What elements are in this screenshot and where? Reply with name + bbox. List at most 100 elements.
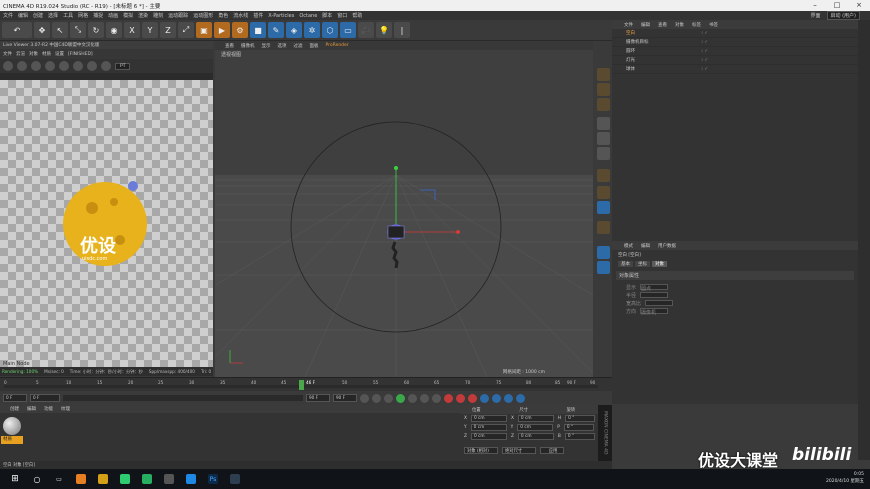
camera-icon[interactable]: 🎥 — [358, 22, 374, 38]
preview-range-slider[interactable] — [63, 395, 303, 401]
close-button[interactable]: × — [848, 0, 870, 11]
layout-select[interactable]: 启动 (用户) — [826, 11, 860, 20]
am-menu-edit[interactable]: 编辑 — [641, 243, 650, 249]
vp-menu-prorender[interactable]: ProRender — [326, 43, 349, 48]
aspect-input[interactable] — [645, 300, 674, 306]
param-key-icon[interactable] — [516, 393, 525, 403]
scale-icon[interactable]: ⤡ — [70, 22, 86, 38]
menu-tools[interactable]: 工具 — [63, 12, 73, 19]
mat-menu-texture[interactable]: 纹理 — [61, 406, 70, 412]
rot-h-field[interactable]: 0 ° — [565, 415, 596, 422]
lock-icon[interactable] — [73, 61, 83, 71]
polygons-icon[interactable] — [597, 147, 610, 160]
menu-edit[interactable]: 编辑 — [18, 12, 28, 19]
visibility-dots-icon[interactable]: ⁝ ✓ — [701, 49, 708, 54]
rotate-icon[interactable]: ↻ — [88, 22, 104, 38]
lv-menu-settings[interactable]: 设置 — [55, 51, 64, 57]
z-axis-icon[interactable]: Z — [160, 22, 176, 38]
rotation-key-icon[interactable] — [492, 393, 501, 403]
menu-file[interactable]: 文件 — [3, 12, 13, 19]
deformer-icon[interactable]: ⬡ — [322, 22, 338, 38]
stop-icon[interactable] — [45, 61, 55, 71]
vp-menu-cameras[interactable]: 摄像机 — [241, 43, 255, 49]
orientation-select[interactable]: 摄像机 — [640, 308, 669, 316]
timeline-ruler[interactable]: 0 5 10 15 20 25 30 35 40 45 50 55 60 65 … — [0, 377, 612, 391]
menu-mograph[interactable]: 运动图形 — [193, 12, 213, 19]
y-axis-icon[interactable]: Y — [142, 22, 158, 38]
undo-icon[interactable]: ↶ — [2, 22, 32, 38]
workplane-icon[interactable] — [597, 98, 610, 111]
coordinate-system-icon[interactable]: ⤢ — [178, 22, 194, 38]
vp-menu-filter[interactable]: 过滤 — [294, 43, 303, 49]
om-menu-view[interactable]: 查看 — [658, 22, 667, 28]
menu-motion-tracking[interactable]: 运动跟踪 — [168, 12, 188, 19]
size-mode-select[interactable]: 绝对尺寸 — [502, 447, 536, 454]
menu-mesh[interactable]: 网格 — [78, 12, 88, 19]
visibility-dots-icon[interactable]: ⁝ ✓ — [701, 58, 708, 63]
pos-x-field[interactable]: 0 cm — [470, 415, 507, 422]
om-menu-file[interactable]: 文件 — [624, 22, 633, 28]
vp-menu-panel[interactable]: 面板 — [310, 43, 319, 49]
preview-end-field[interactable]: 90 F — [306, 394, 330, 402]
lv-menu-cloud[interactable]: 云渲 — [16, 51, 25, 57]
apply-button[interactable]: 应用 — [540, 447, 564, 454]
floor-icon[interactable]: ▭ — [340, 22, 356, 38]
radius-input[interactable] — [640, 292, 669, 298]
object-row[interactable]: 球体 ⁝ ✓ — [612, 65, 858, 74]
model-mode-icon[interactable] — [597, 68, 610, 81]
visibility-dots-icon[interactable]: ⁝ ✓ — [701, 67, 708, 72]
object-row[interactable]: 灯光 ⁝ ✓ — [612, 56, 858, 65]
om-menu-edit[interactable]: 编辑 — [641, 22, 650, 28]
array-icon[interactable]: ✲ — [304, 22, 320, 38]
menu-snap[interactable]: 捕捉 — [93, 12, 103, 19]
autokey-icon[interactable] — [456, 393, 465, 403]
unity-icon[interactable] — [164, 474, 174, 484]
menu-character[interactable]: 角色 — [218, 12, 228, 19]
gear-icon[interactable] — [59, 61, 69, 71]
pos-z-field[interactable]: 0 cm — [470, 433, 507, 440]
next-frame-icon[interactable] — [408, 393, 417, 403]
windows-start-icon[interactable]: ⊞ — [10, 474, 20, 484]
menu-create[interactable]: 创建 — [33, 12, 43, 19]
viewport-canvas[interactable]: 透视视图 网格间距 : 1000 cm — [215, 50, 593, 377]
material-ball[interactable] — [3, 417, 21, 435]
wechat-icon[interactable] — [120, 474, 130, 484]
start-frame-field[interactable]: 0 F — [3, 394, 27, 402]
preview-start-field[interactable]: 0 F — [30, 394, 60, 402]
menu-script[interactable]: 脚本 — [322, 12, 332, 19]
keyframe-selection-icon[interactable] — [468, 393, 477, 403]
search-icon[interactable]: ○ — [32, 474, 42, 484]
render-picture-viewer-icon[interactable]: ▶ — [214, 22, 230, 38]
edges-icon[interactable] — [597, 132, 610, 145]
material-name[interactable]: 材质 — [1, 436, 23, 444]
live-select-icon[interactable]: ↖ — [52, 22, 68, 38]
render-view-icon[interactable]: ▣ — [196, 22, 212, 38]
chat-icon[interactable] — [142, 474, 152, 484]
lv-menu-file[interactable]: 文件 — [3, 51, 12, 57]
size-z-field[interactable]: 0 cm — [517, 433, 554, 440]
layers-icon[interactable] — [597, 246, 610, 259]
pen-icon[interactable]: ✎ — [268, 22, 284, 38]
settings-icon[interactable] — [3, 61, 13, 71]
maximize-button[interactable]: □ — [826, 0, 848, 11]
menu-xparticles[interactable]: X-Particles — [268, 13, 294, 19]
size-y-field[interactable]: 0 cm — [517, 424, 554, 431]
playhead-marker[interactable] — [299, 380, 304, 390]
x-axis-icon[interactable]: X — [124, 22, 140, 38]
menu-animate[interactable]: 动画 — [108, 12, 118, 19]
stack-icon[interactable] — [597, 261, 610, 274]
mat-menu-create[interactable]: 创建 — [10, 406, 19, 412]
menu-window[interactable]: 窗口 — [337, 12, 347, 19]
play-icon[interactable] — [396, 393, 405, 403]
am-menu-userdata[interactable]: 用户数据 — [658, 243, 676, 249]
go-to-start-icon[interactable] — [360, 393, 369, 403]
move-icon[interactable]: ✥ — [34, 22, 50, 38]
mat-menu-edit[interactable]: 编辑 — [27, 406, 36, 412]
menu-simulate[interactable]: 模拟 — [123, 12, 133, 19]
display-select[interactable]: 圆点 — [640, 284, 669, 292]
magnet-icon[interactable] — [597, 221, 610, 234]
app-icon[interactable] — [76, 474, 86, 484]
menu-render[interactable]: 渲染 — [138, 12, 148, 19]
object-row[interactable]: 摄像机目标 ⁝ ✓ — [612, 38, 858, 47]
vp-menu-options[interactable]: 选项 — [278, 43, 287, 49]
